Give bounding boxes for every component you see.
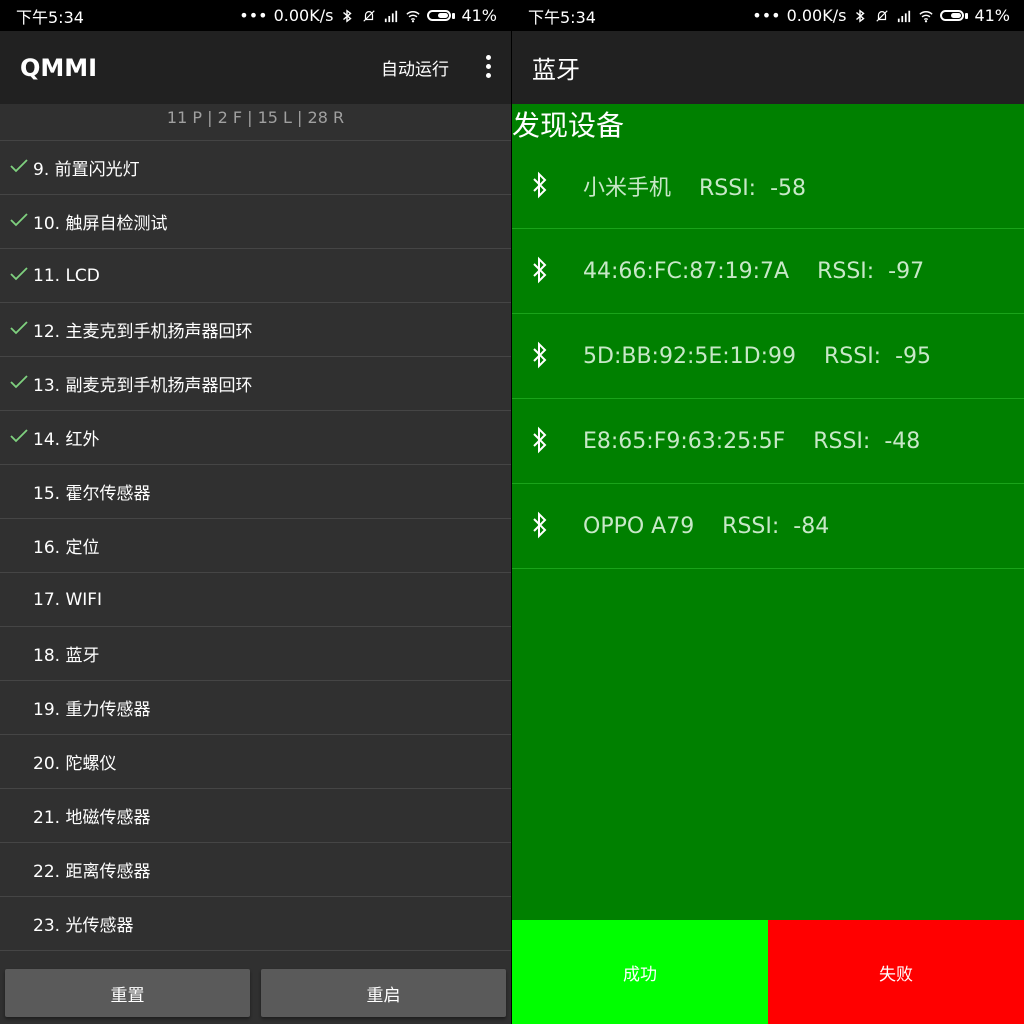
test-list-item[interactable]: 15. 霍尔传感器 xyxy=(0,465,511,519)
device-name: 小米手机 RSSI: -58 xyxy=(583,176,807,201)
test-item-label: 17. WIFI xyxy=(33,589,103,610)
battery-level: 41% xyxy=(461,6,497,25)
bluetooth-icon xyxy=(343,8,353,23)
test-list-item[interactable]: 11. LCD xyxy=(0,249,511,303)
battery-icon xyxy=(940,10,969,21)
device-name: OPPO A79 RSSI: -84 xyxy=(583,513,830,539)
bluetooth-icon xyxy=(533,256,547,284)
status-dots: ••• xyxy=(239,6,268,25)
app-title: QMMI xyxy=(20,53,98,82)
test-item-label: 12. 主麦克到手机扬声器回环 xyxy=(33,322,253,342)
test-item-label: 16. 定位 xyxy=(33,538,100,558)
test-list-item[interactable]: 9. 前置闪光灯 xyxy=(0,141,511,195)
wifi-icon xyxy=(919,10,934,22)
test-list-item[interactable]: 13. 副麦克到手机扬声器回环 xyxy=(0,357,511,411)
test-summary: 11 P | 2 F | 15 L | 28 R xyxy=(0,104,511,141)
battery-level: 41% xyxy=(974,6,1010,25)
reset-button[interactable]: 重置 xyxy=(5,969,250,1017)
section-title: 发现设备 xyxy=(512,109,625,142)
status-bar: 下午5:34 ••• 0.00K/s 41% xyxy=(512,0,1024,31)
more-vert-icon[interactable] xyxy=(483,55,493,81)
fail-button[interactable]: 失败 xyxy=(768,920,1024,1024)
check-icon xyxy=(10,159,28,173)
battery-icon xyxy=(427,10,456,21)
qmmi-panel: 下午5:34 ••• 0.00K/s 41% QMMI 自动运行 11 P | … xyxy=(0,0,511,1024)
auto-run-button[interactable]: 自动运行 xyxy=(381,31,449,104)
success-button[interactable]: 成功 xyxy=(512,920,768,1024)
bluetooth-panel: 下午5:34 ••• 0.00K/s 41% 蓝牙 发现设备 小米手机 RSSI… xyxy=(512,0,1024,1024)
test-item-label: 20. 陀螺仪 xyxy=(33,754,117,774)
test-list-item[interactable]: 10. 触屏自检测试 xyxy=(0,195,511,249)
mute-icon xyxy=(363,9,376,22)
test-item-label: 21. 地磁传感器 xyxy=(33,808,151,828)
wifi-icon xyxy=(406,10,421,22)
status-speed: 0.00K/s xyxy=(273,6,334,25)
check-icon xyxy=(10,267,28,281)
test-item-label: 15. 霍尔传感器 xyxy=(33,484,151,504)
test-item-label: 18. 蓝牙 xyxy=(33,646,100,666)
test-item-label: 19. 重力传感器 xyxy=(33,700,151,720)
test-list-item[interactable]: 18. 蓝牙 xyxy=(0,627,511,681)
bottom-bar: 重置 重启 xyxy=(0,960,511,1024)
test-item-label: 23. 光传感器 xyxy=(33,916,134,936)
test-item-label: 22. 距离传感器 xyxy=(33,862,151,882)
page-title: 蓝牙 xyxy=(532,56,580,84)
test-list-item[interactable]: 14. 红外 xyxy=(0,411,511,465)
check-icon xyxy=(10,321,28,335)
device-name: E8:65:F9:63:25:5F RSSI: -48 xyxy=(583,428,921,454)
bluetooth-icon xyxy=(533,341,547,369)
test-list-item[interactable]: 20. 陀螺仪 xyxy=(0,735,511,789)
test-list-item[interactable]: 16. 定位 xyxy=(0,519,511,573)
bluetooth-icon xyxy=(856,8,866,23)
test-list-item[interactable]: 23. 光传感器 xyxy=(0,897,511,951)
signal-icon xyxy=(898,10,911,22)
device-name: 44:66:FC:87:19:7A RSSI: -97 xyxy=(583,258,925,284)
test-list-item[interactable]: 19. 重力传感器 xyxy=(0,681,511,735)
status-speed: 0.00K/s xyxy=(786,6,847,25)
signal-icon xyxy=(385,10,398,22)
mute-icon xyxy=(876,9,889,22)
test-item-label: 13. 副麦克到手机扬声器回环 xyxy=(33,376,253,396)
device-list-item[interactable]: 小米手机 RSSI: -58 xyxy=(512,144,1024,229)
app-bar: QMMI 自动运行 xyxy=(0,31,511,104)
check-icon xyxy=(10,429,28,443)
bluetooth-icon xyxy=(533,511,547,539)
status-bar: 下午5:34 ••• 0.00K/s 41% xyxy=(0,0,511,31)
bluetooth-icon xyxy=(533,171,547,199)
device-list-item[interactable]: OPPO A79 RSSI: -84 xyxy=(512,484,1024,569)
bluetooth-icon xyxy=(533,426,547,454)
test-list-item[interactable]: 22. 距离传感器 xyxy=(0,843,511,897)
device-list-item[interactable]: E8:65:F9:63:25:5F RSSI: -48 xyxy=(512,399,1024,484)
device-name: 5D:BB:92:5E:1D:99 RSSI: -95 xyxy=(583,343,932,369)
status-time: 下午5:34 xyxy=(528,7,596,27)
test-list-item[interactable]: 21. 地磁传感器 xyxy=(0,789,511,843)
status-dots: ••• xyxy=(752,6,781,25)
test-list-item[interactable]: 17. WIFI xyxy=(0,573,511,627)
app-bar: 蓝牙 xyxy=(512,31,1024,104)
test-list-item[interactable]: 12. 主麦克到手机扬声器回环 xyxy=(0,303,511,357)
test-list: 9. 前置闪光灯 10. 触屏自检测试 11. LCD 12. 主麦克到手机扬声器回环… xyxy=(0,141,511,951)
restart-button[interactable]: 重启 xyxy=(261,969,506,1017)
check-icon xyxy=(10,375,28,389)
check-icon xyxy=(10,213,28,227)
device-list-item[interactable]: 5D:BB:92:5E:1D:99 RSSI: -95 xyxy=(512,314,1024,399)
status-time: 下午5:34 xyxy=(16,7,84,27)
device-list: 小米手机 RSSI: -58 44:66:FC:87:19:7A RSSI: -9… xyxy=(512,144,1024,569)
device-list-item[interactable]: 44:66:FC:87:19:7A RSSI: -97 xyxy=(512,229,1024,314)
